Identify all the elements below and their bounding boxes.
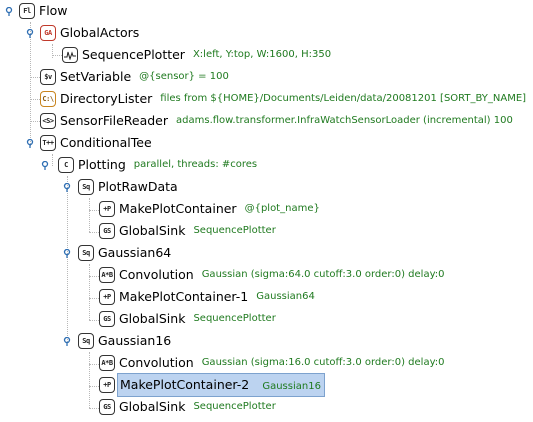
node-options: SequencePlotter xyxy=(193,401,276,412)
tree-line xyxy=(89,276,99,277)
expand-toggle-icon[interactable] xyxy=(5,7,13,16)
sequence-icon: Sq xyxy=(78,179,94,195)
sink-icon: GS xyxy=(99,223,115,239)
tree-node-convolution[interactable]: A*B Convolution Gaussian (sigma:16.0 cut… xyxy=(99,352,445,374)
node-options: Gaussian64 xyxy=(256,291,315,302)
tree-line xyxy=(30,77,40,78)
tree-node-gaussian64[interactable]: Sq Gaussian64 xyxy=(78,242,171,264)
expand-toggle-icon[interactable] xyxy=(63,183,71,192)
node-label: PlotRawData xyxy=(98,179,178,194)
node-label: GlobalActors xyxy=(60,25,140,40)
tree-node-plot-raw-data[interactable]: Sq PlotRawData xyxy=(78,176,178,198)
tree-node-set-variable[interactable]: $v SetVariable @{sensor} = 100 xyxy=(40,66,229,88)
branch-icon: C xyxy=(58,157,74,173)
node-options: Gaussian (sigma:64.0 cutoff:3.0 order:0)… xyxy=(201,269,445,280)
node-options: parallel, threads: #cores xyxy=(133,159,258,170)
node-label: Convolution xyxy=(119,355,194,370)
sink-icon: GS xyxy=(99,311,115,327)
tree-line xyxy=(89,320,99,321)
tree-line xyxy=(89,264,90,320)
node-options: @{sensor} = 100 xyxy=(139,71,229,82)
node-label: DirectoryLister xyxy=(60,91,153,106)
tree-line xyxy=(89,198,90,232)
node-options: @{plot_name} xyxy=(244,203,320,214)
node-options: adams.flow.transformer.InfraWatchSensorL… xyxy=(176,115,513,126)
node-label: GlobalSink xyxy=(119,311,186,326)
tree-node-make-plot-container-2-selected[interactable]: +P MakePlotContainer-2 Gaussian16 xyxy=(99,373,325,397)
tree-node-sequence-plotter[interactable]: SequencePlotter X:left, Y:top, W:1600, H… xyxy=(62,44,331,66)
tree-line xyxy=(89,408,99,409)
node-label: Convolution xyxy=(119,267,194,282)
node-options: SequencePlotter xyxy=(193,313,276,324)
selection-highlight[interactable]: MakePlotContainer-2 Gaussian16 xyxy=(117,373,325,397)
expand-toggle-icon[interactable] xyxy=(41,161,49,170)
node-options: files from ${HOME}/Documents/Leiden/data… xyxy=(160,93,527,104)
node-label: MakePlotContainer-2 xyxy=(120,377,250,392)
tree-node-flow[interactable]: Fl Flow xyxy=(19,0,68,22)
node-options: SequencePlotter xyxy=(193,225,276,236)
global-actors-icon: GA xyxy=(40,25,56,41)
node-label: GlobalSink xyxy=(119,223,186,238)
node-label: Flow xyxy=(39,3,68,18)
node-label: Gaussian16 xyxy=(98,333,172,348)
variable-icon: $v xyxy=(40,69,56,85)
node-label: SetVariable xyxy=(60,69,132,84)
reader-icon: <S> xyxy=(40,113,56,129)
sink-icon: GS xyxy=(99,399,115,415)
sequence-icon: Sq xyxy=(78,245,94,261)
container-icon: +P xyxy=(99,377,115,393)
tree-line xyxy=(67,176,68,342)
tree-node-make-plot-container-1[interactable]: +P MakePlotContainer-1 Gaussian64 xyxy=(99,286,315,308)
tree-line xyxy=(30,22,31,146)
tree-line xyxy=(30,99,40,100)
container-icon: +P xyxy=(99,289,115,305)
expand-toggle-icon[interactable] xyxy=(63,249,71,258)
node-label: GlobalSink xyxy=(119,399,186,414)
tree-node-gaussian16[interactable]: Sq Gaussian16 xyxy=(78,330,171,352)
node-label: SensorFileReader xyxy=(60,113,169,128)
tree-node-make-plot-container[interactable]: +P MakePlotContainer @{plot_name} xyxy=(99,198,320,220)
tree-node-plotting[interactable]: C Plotting parallel, threads: #cores xyxy=(58,154,257,176)
node-label: MakePlotContainer-1 xyxy=(119,289,249,304)
node-options: X:left, Y:top, W:1600, H:350 xyxy=(192,49,332,60)
tree-line xyxy=(89,386,99,387)
node-label: ConditionalTee xyxy=(60,135,152,150)
convolution-icon: A*B xyxy=(99,355,115,371)
tree-node-global-sink[interactable]: GS GlobalSink SequencePlotter xyxy=(99,396,276,418)
node-label: MakePlotContainer xyxy=(119,201,237,216)
tree-node-global-actors[interactable]: GA GlobalActors xyxy=(40,22,139,44)
tree-line xyxy=(30,121,40,122)
node-options: Gaussian16 xyxy=(262,381,321,392)
tree-node-convolution[interactable]: A*B Convolution Gaussian (sigma:64.0 cut… xyxy=(99,264,445,286)
node-label: SequencePlotter xyxy=(82,47,185,62)
node-label: Plotting xyxy=(78,157,126,172)
expand-toggle-icon[interactable] xyxy=(26,139,34,148)
container-icon: +P xyxy=(99,201,115,217)
convolution-icon: A*B xyxy=(99,267,115,283)
tree-node-global-sink[interactable]: GS GlobalSink SequencePlotter xyxy=(99,308,276,330)
sequence-icon: Sq xyxy=(78,333,94,349)
tree-node-sensor-file-reader[interactable]: <S> SensorFileReader adams.flow.transfor… xyxy=(40,110,513,132)
directory-icon: C:\ xyxy=(40,91,56,107)
tree-line xyxy=(89,352,90,408)
tree-line xyxy=(89,364,99,365)
expand-toggle-icon[interactable] xyxy=(63,337,71,346)
tree-node-global-sink[interactable]: GS GlobalSink SequencePlotter xyxy=(99,220,276,242)
tree-line xyxy=(89,210,99,211)
tree-line xyxy=(89,232,99,233)
node-options: Gaussian (sigma:16.0 cutoff:3.0 order:0)… xyxy=(201,357,445,368)
tee-icon: T++ xyxy=(40,135,56,151)
tree-line xyxy=(89,298,99,299)
tree-line xyxy=(52,154,53,166)
flow-tree: Fl Flow GA GlobalActors SequencePlotter … xyxy=(0,0,533,422)
flow-icon: Fl xyxy=(19,3,35,19)
expand-toggle-icon[interactable] xyxy=(26,29,34,38)
node-label: Gaussian64 xyxy=(98,245,172,260)
tree-line xyxy=(52,55,62,56)
plot-icon xyxy=(62,47,78,63)
tree-node-directory-lister[interactable]: C:\ DirectoryLister files from ${HOME}/D… xyxy=(40,88,526,110)
tree-node-conditional-tee[interactable]: T++ ConditionalTee xyxy=(40,132,152,154)
